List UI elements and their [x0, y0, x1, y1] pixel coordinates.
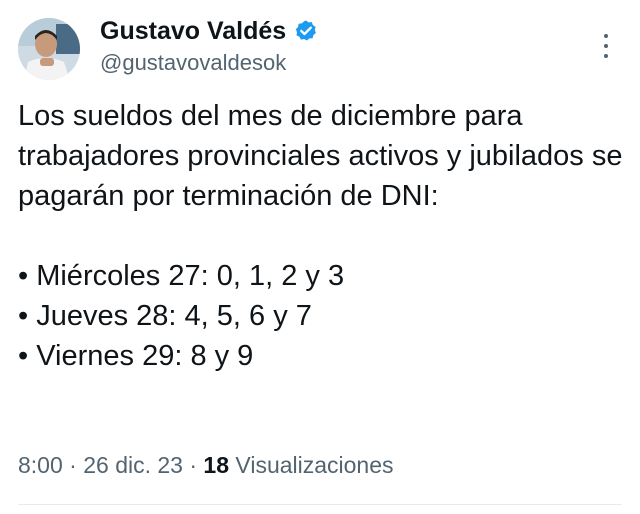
avatar[interactable] — [18, 18, 80, 80]
author-info: Gustavo Valdés @gustavovaldesok — [100, 14, 318, 76]
schedule-item: • Jueves 28: 4, 5, 6 y 7 — [18, 300, 312, 332]
views-label[interactable]: Visualizaciones — [235, 452, 393, 478]
author-name-row: Gustavo Valdés — [100, 14, 318, 48]
dot — [604, 34, 608, 38]
meta-separator: · — [182, 452, 204, 478]
schedule-item: • Viernes 29: 8 y 9 — [18, 340, 254, 372]
meta-separator: · — [62, 452, 84, 478]
tweet-intro: Los sueldos del mes de diciembre para tr… — [18, 100, 623, 212]
author-name[interactable]: Gustavo Valdés — [100, 17, 286, 46]
more-options-icon[interactable] — [596, 34, 616, 58]
author-handle[interactable]: @gustavovaldesok — [100, 50, 318, 76]
dot — [604, 54, 608, 58]
avatar-photo — [18, 18, 80, 80]
dot — [604, 44, 608, 48]
tweet-meta: 8:00 · 26 dic. 23 · 18 Visualizaciones — [18, 452, 394, 479]
tweet-time[interactable]: 8:00 — [18, 452, 63, 478]
views-count[interactable]: 18 — [203, 452, 229, 478]
verified-badge-icon[interactable] — [294, 19, 318, 43]
tweet-card: Gustavo Valdés @gustavovaldesok Los suel… — [0, 0, 640, 514]
divider — [18, 504, 622, 505]
schedule-item: • Miércoles 27: 0, 1, 2 y 3 — [18, 260, 345, 292]
tweet-text: Los sueldos del mes de diciembre para tr… — [18, 96, 628, 376]
tweet-date[interactable]: 26 dic. 23 — [83, 452, 183, 478]
